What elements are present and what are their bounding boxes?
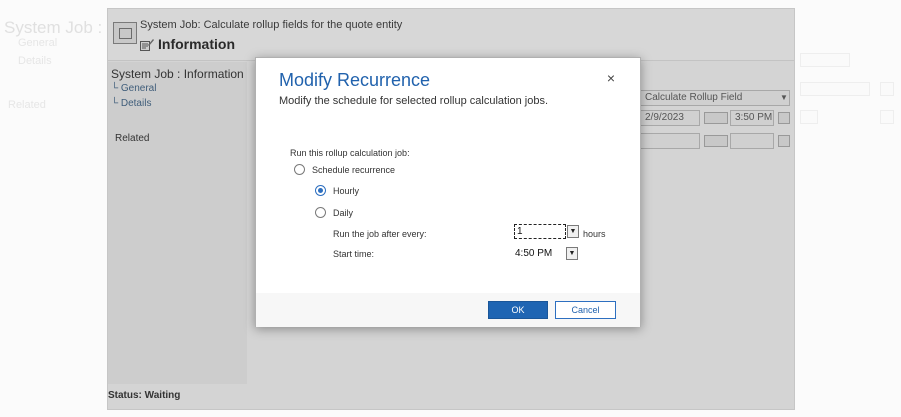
- background-related-label: Related: [8, 99, 46, 111]
- dialog-subtitle: Modify the schedule for selected rollup …: [279, 95, 549, 107]
- chevron-down-icon[interactable]: ▼: [566, 247, 578, 260]
- tree-branch-icon: └: [111, 83, 121, 94]
- run-every-input[interactable]: 1: [514, 224, 566, 239]
- time-dropdown-button[interactable]: [778, 135, 790, 147]
- hourly-radio[interactable]: [315, 185, 326, 196]
- system-job-type-select[interactable]: Calculate Rollup Field: [640, 90, 790, 106]
- hourly-label: Hourly: [333, 186, 360, 196]
- background-field: [800, 110, 818, 124]
- background-field: [800, 82, 870, 96]
- run-every-unit: hours: [583, 229, 606, 239]
- schedule-recurrence-label: Schedule recurrence: [312, 165, 396, 175]
- sidebar-link-details[interactable]: └ Details: [111, 98, 151, 109]
- status-bar: Status: Waiting: [108, 390, 181, 401]
- window-sidebar: System Job : Information └ General └ Det…: [108, 62, 247, 384]
- sidebar-related-label: Related: [115, 133, 150, 144]
- date-field[interactable]: 2/9/2023: [640, 110, 700, 126]
- calendar-icon[interactable]: [704, 112, 728, 124]
- window-subtitle: Information: [158, 36, 235, 52]
- time-field[interactable]: 3:50 PM: [730, 110, 774, 126]
- start-time-label: Start time:: [333, 249, 375, 259]
- schedule-recurrence-radio[interactable]: [294, 164, 305, 175]
- background-field: [880, 82, 894, 96]
- time-field-empty[interactable]: [730, 133, 774, 149]
- sidebar-link-general[interactable]: └ General: [111, 83, 156, 94]
- system-job-icon: [113, 22, 137, 44]
- background-field: [880, 110, 894, 124]
- sidebar-title: System Job : Information: [111, 67, 244, 81]
- time-dropdown-button[interactable]: [778, 112, 790, 124]
- run-job-label: Run this rollup calculation job:: [290, 148, 410, 158]
- daily-label: Daily: [333, 208, 354, 218]
- ok-button[interactable]: OK: [488, 301, 548, 319]
- date-field-empty[interactable]: [640, 133, 700, 149]
- run-every-label: Run the job after every:: [333, 229, 427, 239]
- tree-branch-icon: └: [111, 98, 121, 109]
- start-time-value[interactable]: 4:50 PM: [515, 248, 552, 262]
- cancel-button[interactable]: Cancel: [555, 301, 616, 319]
- chevron-down-icon: ▼: [780, 93, 788, 102]
- chevron-down-icon[interactable]: ▼: [567, 225, 579, 238]
- dialog-title: Modify Recurrence: [279, 70, 431, 90]
- window-header: System Job: Calculate rollup fields for …: [108, 9, 794, 61]
- background-field: [800, 53, 850, 67]
- calendar-icon[interactable]: [704, 135, 728, 147]
- background-link-details: Details: [18, 55, 52, 67]
- daily-radio[interactable]: [315, 207, 326, 218]
- window-title: System Job: Calculate rollup fields for …: [140, 19, 403, 31]
- background-link-general: General: [18, 37, 58, 49]
- close-icon[interactable]: ×: [604, 71, 618, 85]
- modify-recurrence-dialog: Modify Recurrence Modify the schedule fo…: [255, 57, 641, 327]
- form-edit-icon: [140, 39, 154, 51]
